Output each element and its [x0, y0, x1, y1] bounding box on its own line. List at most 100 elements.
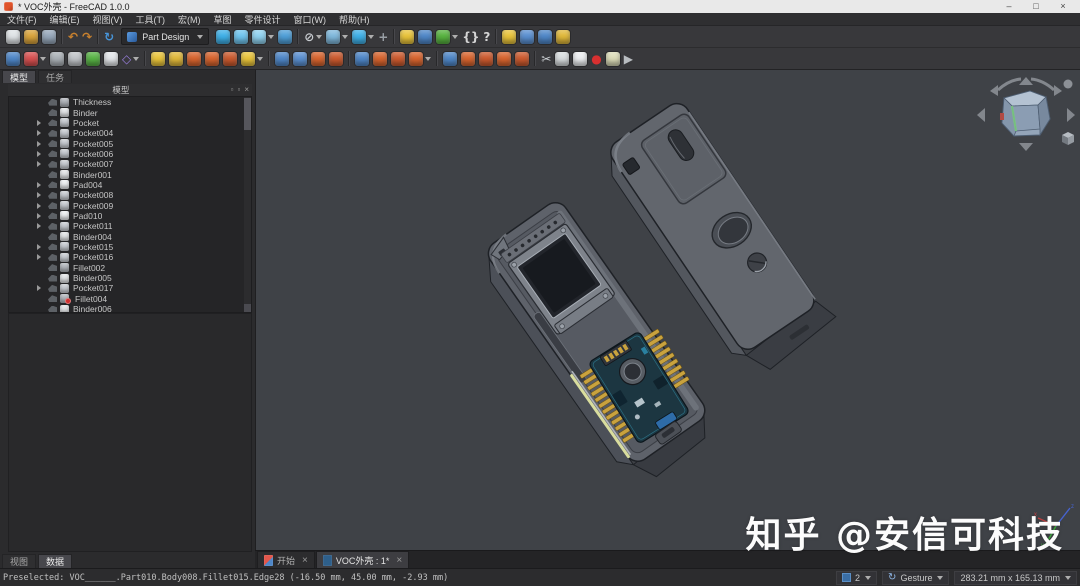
expand-arrow-icon[interactable] — [37, 130, 45, 136]
separator[interactable] — [436, 51, 438, 66]
nav-style-selector[interactable]: ↻ Gesture — [882, 571, 949, 585]
record-macro-icon[interactable]: ● — [589, 49, 603, 69]
tree-item-pocket015[interactable]: Pocket015 — [9, 242, 251, 252]
undo-icon[interactable]: ↶ — [66, 27, 80, 47]
nav-arrow-up[interactable] — [1019, 77, 1033, 85]
expand-arrow-icon[interactable] — [37, 182, 45, 188]
property-editor[interactable] — [8, 313, 252, 552]
maximize-button[interactable]: □ — [1031, 0, 1041, 13]
scrollbar-thumb[interactable] — [244, 98, 251, 130]
selection-view-icon[interactable] — [276, 27, 294, 47]
involute-gear-icon[interactable] — [495, 49, 513, 69]
tree-item-pocket007[interactable]: Pocket007 — [9, 159, 251, 169]
boolean-icon[interactable] — [441, 49, 459, 69]
menu-tools[interactable]: 工具(T) — [136, 13, 166, 26]
whats-this-icon[interactable]: ? — [481, 27, 492, 47]
expand-arrow-icon[interactable] — [37, 244, 45, 250]
cut-icon[interactable]: ✂ — [539, 49, 553, 69]
save-icon[interactable] — [40, 27, 58, 47]
expand-arrow-icon[interactable] — [37, 141, 45, 147]
open-file-icon[interactable] — [22, 27, 40, 47]
tree-item-pocket011[interactable]: Pocket011 — [9, 221, 251, 231]
pad-icon[interactable] — [149, 49, 167, 69]
menu-file[interactable]: 文件(F) — [7, 13, 37, 26]
tree-item-pocket005[interactable]: Pocket005 — [9, 138, 251, 148]
dressup-extra-icon[interactable] — [459, 49, 477, 69]
create-body-icon[interactable] — [4, 49, 22, 69]
workbench-selector[interactable]: Part Design — [121, 28, 209, 45]
tree-item-thickness[interactable]: Thickness — [9, 97, 251, 107]
separator[interactable] — [495, 29, 497, 44]
expand-arrow-icon[interactable] — [37, 285, 45, 291]
link-make-icon[interactable] — [434, 27, 460, 47]
tree-item-pocket[interactable]: Pocket — [9, 118, 251, 128]
multitransform-icon[interactable] — [407, 49, 433, 69]
scrollbar-end[interactable] — [244, 304, 251, 312]
separator[interactable] — [534, 51, 536, 66]
panel-close-icon[interactable]: × — [244, 84, 249, 96]
expand-arrow-icon[interactable] — [37, 161, 45, 167]
refresh-icon[interactable]: ↻ — [102, 27, 116, 47]
redo-icon[interactable]: ↷ — [80, 27, 94, 47]
linear-pattern-icon[interactable] — [371, 49, 389, 69]
menu-sketch[interactable]: 草图 — [214, 13, 232, 26]
menu-edit[interactable]: 编辑(E) — [50, 13, 80, 26]
play-macro-icon[interactable]: ▶ — [622, 49, 635, 69]
clone-icon[interactable] — [536, 27, 554, 47]
menu-view[interactable]: 视图(V) — [93, 13, 123, 26]
tree-item-pocket009[interactable]: Pocket009 — [9, 200, 251, 210]
nav-cube-body[interactable] — [1000, 91, 1050, 136]
separator[interactable] — [268, 51, 270, 66]
tree-item-pocket006[interactable]: Pocket006 — [9, 149, 251, 159]
draw-style-icon[interactable] — [250, 27, 276, 47]
tree-item-fillet004[interactable]: Fillet004 — [9, 294, 251, 304]
additive-primitive-icon[interactable] — [239, 49, 265, 69]
fit-selection-icon[interactable] — [232, 27, 250, 47]
dimension-readout[interactable]: 283.21 mm x 165.13 mm — [954, 571, 1077, 585]
new-file-icon[interactable] — [4, 27, 22, 47]
mirrored-icon[interactable] — [353, 49, 371, 69]
panel-overlay-icon[interactable]: ▫ — [231, 84, 234, 96]
hole-icon[interactable] — [203, 49, 221, 69]
tree-item-pocket004[interactable]: Pocket004 — [9, 128, 251, 138]
shapebinder-icon[interactable] — [500, 27, 518, 47]
tree-item-pad004[interactable]: Pad004 — [9, 180, 251, 190]
fit-all-icon[interactable] — [214, 27, 232, 47]
polar-pattern-icon[interactable] — [389, 49, 407, 69]
separator[interactable] — [348, 51, 350, 66]
nav-arrow-right[interactable] — [1067, 108, 1075, 122]
axis-cross-icon[interactable]: + — [376, 27, 390, 47]
tree-item-pocket008[interactable]: Pocket008 — [9, 190, 251, 200]
menu-help[interactable]: 帮助(H) — [339, 13, 370, 26]
expand-arrow-icon[interactable] — [37, 192, 45, 198]
nav-sphere-button[interactable] — [1064, 80, 1073, 89]
subshapebinder-icon[interactable] — [518, 27, 536, 47]
sketch-tools-icon[interactable] — [102, 49, 120, 69]
map-sketch-icon[interactable] — [66, 49, 84, 69]
expand-arrow-icon[interactable] — [37, 203, 45, 209]
texture-view-icon[interactable] — [324, 27, 350, 47]
create-part-icon[interactable] — [398, 27, 416, 47]
viewport-3d[interactable]: x y z — [255, 70, 1080, 550]
dock-tab-tasks[interactable]: 任务 — [38, 70, 72, 83]
property-tab-view[interactable]: 视图 — [2, 554, 36, 568]
validate-sketch-icon[interactable] — [84, 49, 102, 69]
pocket-icon[interactable] — [185, 49, 203, 69]
tree-item-fillet002[interactable]: Fillet002 — [9, 263, 251, 273]
menu-windows[interactable]: 窗口(W) — [294, 13, 327, 26]
expand-arrow-icon[interactable] — [37, 254, 45, 260]
tree-item-binder006[interactable]: Binder006 — [9, 304, 251, 313]
expression-icon[interactable]: {} — [460, 27, 481, 47]
clipping-plane-icon[interactable]: ⊘ — [302, 27, 324, 47]
property-tab-data[interactable]: 数据 — [38, 554, 72, 568]
fillet-icon[interactable] — [273, 49, 291, 69]
dock-tab-model[interactable]: 模型 — [2, 70, 36, 83]
tree-item-binder[interactable]: Binder — [9, 107, 251, 117]
create-sketch-icon[interactable] — [22, 49, 48, 69]
thickness-feature-icon[interactable] — [327, 49, 345, 69]
minimize-button[interactable]: – — [1004, 0, 1014, 13]
panel-float-icon[interactable]: ▫ — [237, 84, 240, 96]
expand-arrow-icon[interactable] — [37, 213, 45, 219]
separator[interactable] — [297, 29, 299, 44]
menu-part-design[interactable]: 零件设计 — [245, 13, 281, 26]
